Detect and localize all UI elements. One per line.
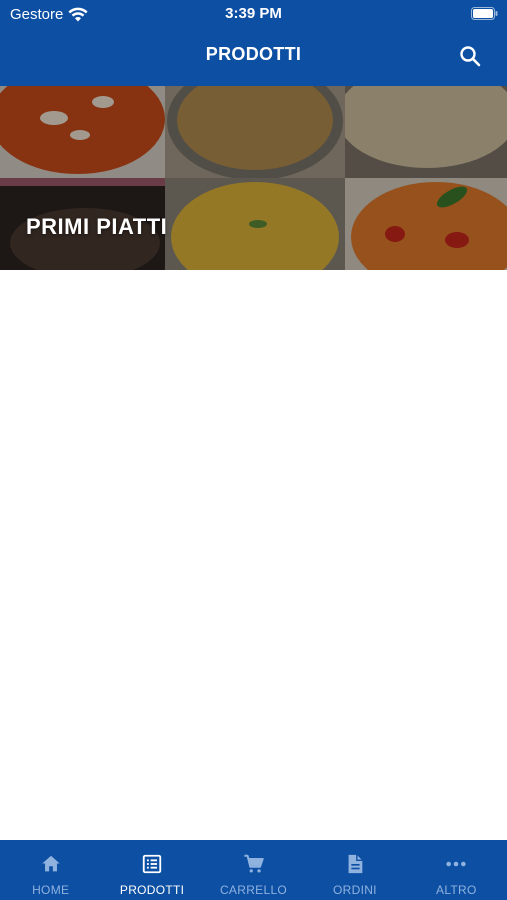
search-icon (460, 45, 481, 66)
more-icon (446, 861, 466, 867)
tab-carrello[interactable]: CARRELLO (203, 840, 304, 900)
status-bar: Gestore 3:39 PM (0, 0, 507, 28)
tab-ordini[interactable]: ORDINI (304, 840, 405, 900)
tab-home-label: HOME (32, 883, 70, 897)
tab-carrello-label: CARRELLO (219, 883, 288, 897)
category-label: PRIMI PIATTI (26, 214, 168, 239)
tab-ordini-label: ORDINI (333, 883, 377, 897)
cart-icon (243, 854, 264, 873)
app-screen: Gestore 3:39 PM PRODOTTI PRIMI PIATTI HO… (0, 0, 507, 900)
status-time: 3:39 PM (225, 5, 282, 22)
tab-home[interactable]: HOME (0, 840, 101, 900)
header: Gestore 3:39 PM PRODOTTI (0, 0, 507, 86)
search-button[interactable] (456, 43, 484, 71)
battery-icon (471, 7, 498, 20)
tab-altro-label: ALTRO (436, 883, 477, 897)
category-tile-primi-piatti[interactable]: PRIMI PIATTI (0, 86, 507, 270)
list-icon (142, 854, 162, 874)
tab-altro[interactable]: ALTRO (406, 840, 507, 900)
page-title: PRODOTTI (205, 44, 302, 64)
home-icon (41, 855, 60, 872)
tab-bar: HOME PRODOTTI CARRELLO ORDINI ALTRO (0, 840, 507, 900)
tab-prodotti-label: PRODOTTI (119, 883, 185, 897)
tab-prodotti[interactable]: PRODOTTI (101, 840, 202, 900)
document-icon (348, 854, 363, 874)
tile-overlay (0, 86, 507, 270)
